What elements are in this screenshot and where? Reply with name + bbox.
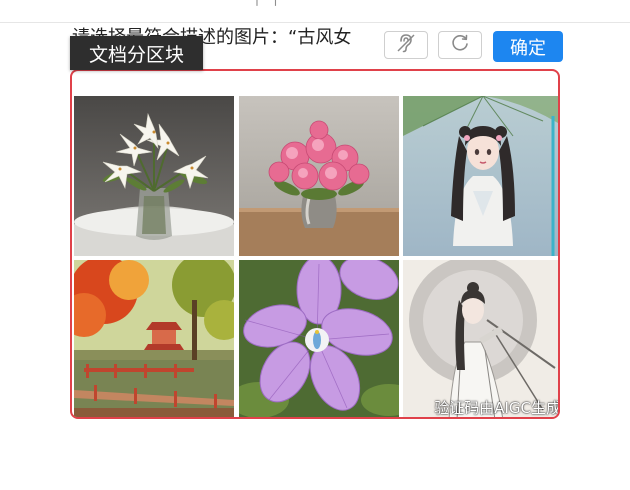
document-section-label: 文档分区块 bbox=[70, 36, 203, 70]
image-tile-ancient-woman-sketch[interactable]: 验证码由AIGC生成 bbox=[403, 260, 560, 417]
captcha-image-grid: 验证码由AIGC生成 bbox=[70, 69, 560, 419]
cut-off-header-text: 个 个 bbox=[250, 0, 283, 9]
audio-captcha-button[interactable] bbox=[384, 31, 428, 59]
image-tile-ancient-girl[interactable] bbox=[403, 96, 558, 256]
image-tile-autumn-pavilion[interactable] bbox=[74, 260, 234, 417]
refresh-captcha-button[interactable] bbox=[438, 31, 482, 59]
image-tile-pink-carnations[interactable] bbox=[239, 96, 399, 256]
image-tile-white-lilies[interactable] bbox=[74, 96, 234, 256]
aigc-generated-note: 验证码由AIGC生成 bbox=[434, 399, 560, 417]
captcha-widget: 个 个 请选择最符合描述的图片：“古风女 确定 验证码由AIGC生成 文档分区块 bbox=[0, 0, 630, 490]
refresh-icon bbox=[450, 33, 470, 57]
confirm-button[interactable]: 确定 bbox=[493, 31, 563, 62]
image-tile-purple-flower[interactable] bbox=[239, 260, 399, 417]
hearing-accessibility-icon bbox=[395, 33, 417, 57]
